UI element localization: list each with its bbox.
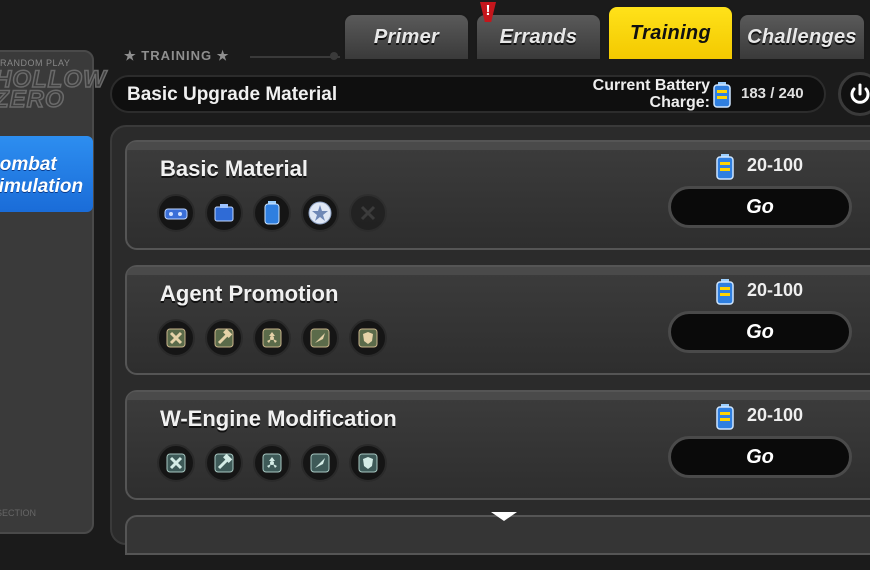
battery-cost: 20-100 [747,405,804,425]
battery-cost: 20-100 [747,280,804,300]
card-title: Agent Promotion [160,281,339,306]
blue-case-icon [205,194,243,232]
cross-swords-icon [157,319,195,357]
card-partial-next [125,515,870,555]
sidebar-logo-line2: ZERO [0,86,65,113]
sidebar [0,50,94,534]
blue-chip-icon [157,194,195,232]
card-w-engine-modification: W-Engine Modification 20-100 Go [125,390,870,500]
go-button[interactable]: Go [668,311,852,353]
radiation-icon [253,319,291,357]
tab-errands[interactable]: Errands [475,13,602,59]
card-basic-material: Basic Material 20-100 Go [125,140,870,250]
battery-charge-label: Current Battery Charge: [540,77,710,111]
header-divider [250,56,340,58]
blue-battery-icon [253,194,291,232]
sidebar-footer: SECTION [0,508,37,518]
shell-icon [301,319,339,357]
card-agent-promotion: Agent Promotion 20-100 Go [125,265,870,375]
page-title: Basic Upgrade Material [127,84,338,105]
go-button[interactable]: Go [668,186,852,228]
tab-challenges[interactable]: Challenges [738,13,866,59]
header-divider-dot [330,52,338,60]
card-title: Basic Material [160,156,308,181]
battery-icon [716,154,734,180]
shield-icon [349,444,387,482]
battery-icon [716,404,734,430]
locked-empty-icon [349,194,387,232]
shield-icon [349,319,387,357]
tab-training[interactable]: Training [607,5,734,59]
battery-charge-label-line1: Current Battery [592,77,710,94]
sidebar-item-label-line1: Combat [0,154,57,175]
sidebar-logo: HOLLOW ZERO [0,67,107,113]
battery-charge-value: 183 / 240 [741,85,804,102]
tab-primer[interactable]: Primer [343,13,470,59]
card-title: W-Engine Modification [160,406,397,431]
scroll-down-arrow-icon[interactable] [491,512,517,521]
section-label: ★ TRAINING ★ [124,48,230,63]
hammer-icon [205,319,243,357]
shell-icon [301,444,339,482]
silver-star-disk-icon [301,194,339,232]
battery-charge-label-line2: Charge: [649,94,710,111]
battery-icon [713,82,731,108]
cross-swords-icon [157,444,195,482]
battery-icon [716,279,734,305]
battery-cost: 20-100 [747,155,804,175]
go-button[interactable]: Go [668,436,852,478]
power-button[interactable] [838,72,870,116]
radiation-icon [253,444,291,482]
sidebar-item-label-line2: Simulation [0,176,84,197]
power-icon [850,83,870,104]
sidebar-item-combat-simulation[interactable]: Combat Simulation [0,136,93,212]
hammer-icon [205,444,243,482]
